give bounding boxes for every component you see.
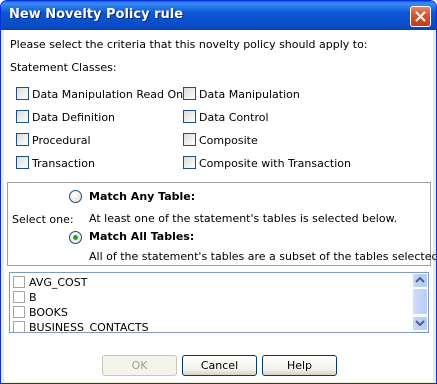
select-one-label: Select one:	[12, 213, 74, 226]
match-all-radio[interactable]	[69, 231, 82, 244]
checkbox-label: Data Definition	[32, 111, 116, 124]
chevron-up-icon	[415, 276, 425, 283]
checkbox-label: Composite with Transaction	[199, 157, 351, 170]
table-checkbox[interactable]	[13, 306, 25, 318]
checkbox-composite-with-transaction[interactable]	[183, 156, 196, 169]
match-all-label: Match All Tables:	[89, 230, 195, 243]
table-checkbox[interactable]	[13, 321, 25, 332]
tables-list[interactable]: AVG_COST B BOOKS BUSINESS_CONTACTS	[9, 272, 429, 333]
checkbox-procedural[interactable]	[16, 133, 29, 146]
cancel-button[interactable]: Cancel	[182, 355, 257, 376]
help-button[interactable]: Help	[262, 355, 337, 376]
table-checkbox[interactable]	[13, 276, 25, 288]
checkbox-data-manipulation[interactable]	[183, 87, 196, 100]
scroll-down-button[interactable]	[412, 316, 428, 331]
match-any-radio[interactable]	[69, 190, 82, 203]
table-checkbox[interactable]	[13, 291, 25, 303]
ok-button[interactable]: OK	[102, 355, 177, 376]
chevron-down-icon	[415, 320, 425, 327]
table-name: B	[29, 291, 37, 304]
checkbox-data-control[interactable]	[183, 110, 196, 123]
scroll-thumb[interactable]	[412, 288, 428, 315]
close-icon	[415, 11, 426, 22]
checkbox-composite[interactable]	[183, 133, 196, 146]
checkbox-label: Data Manipulation Read Only	[32, 88, 193, 101]
checkbox-transaction[interactable]	[16, 156, 29, 169]
radio-selected-dot	[73, 235, 78, 240]
checkbox-label: Composite	[199, 134, 258, 147]
checkbox-label: Procedural	[32, 134, 91, 147]
list-item[interactable]: BUSINESS_CONTACTS	[10, 320, 410, 333]
checkbox-label: Data Control	[199, 111, 269, 124]
dialog-window: New Novelty Policy rule Please select th…	[0, 0, 437, 384]
match-any-description: At least one of the statement's tables i…	[89, 212, 398, 225]
vertical-scrollbar[interactable]	[412, 273, 428, 332]
statement-classes-label: Statement Classes:	[10, 61, 117, 74]
close-button[interactable]	[410, 6, 431, 27]
table-name: BOOKS	[29, 306, 68, 319]
dialog-body: Please select the criteria that this nov…	[4, 30, 436, 382]
list-item[interactable]: BOOKS	[10, 305, 410, 320]
checkbox-data-definition[interactable]	[16, 110, 29, 123]
match-any-label: Match Any Table:	[89, 190, 196, 203]
list-item[interactable]: AVG_COST	[10, 275, 410, 290]
checkbox-label: Data Manipulation	[199, 88, 300, 101]
checkbox-data-manipulation-read-only[interactable]	[16, 87, 29, 100]
checkbox-label: Transaction	[32, 157, 95, 170]
match-all-description: All of the statement's tables are a subs…	[89, 250, 437, 263]
title-bar[interactable]: New Novelty Policy rule	[1, 1, 436, 30]
window-title: New Novelty Policy rule	[9, 7, 184, 22]
match-options-panel: Match Any Table: Select one: At least on…	[7, 182, 436, 266]
list-item[interactable]: B	[10, 290, 410, 305]
scroll-up-button[interactable]	[412, 273, 428, 288]
table-name: AVG_COST	[29, 276, 88, 289]
table-name: BUSINESS_CONTACTS	[29, 321, 149, 333]
instruction-text: Please select the criteria that this nov…	[10, 38, 368, 51]
